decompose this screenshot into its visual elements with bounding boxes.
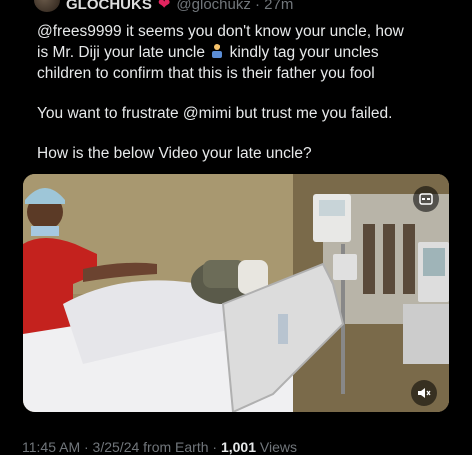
views-label: Views bbox=[256, 439, 297, 455]
tweet-footer: 11:45 AM · 3/25/24 from Earth · 1,001 Vi… bbox=[22, 439, 297, 455]
timestamp[interactable]: 11:45 AM · 3/25/24 from Earth · bbox=[22, 439, 221, 455]
tweet-line: children to confirm that this is their f… bbox=[37, 65, 375, 82]
mute-icon[interactable] bbox=[411, 380, 437, 406]
tweet-line-part: is Mr. Diji your late uncle bbox=[37, 44, 210, 61]
tweet-text: @frees9999 it seems you don't know your … bbox=[37, 21, 447, 164]
heart-icon: ❤ bbox=[157, 0, 171, 13]
tweet-line: @frees9999 it seems you don't know your … bbox=[37, 23, 404, 40]
captions-icon[interactable] bbox=[413, 186, 439, 212]
views-count: 1,001 bbox=[220, 439, 256, 455]
tweet-line: You want to frustrate @mimi but trust me… bbox=[37, 105, 393, 122]
video-player[interactable] bbox=[23, 174, 449, 412]
speaker-glyph bbox=[418, 388, 431, 398]
tweet-line-part: kindly tag your uncles bbox=[225, 44, 379, 61]
tweet-line: How is the below Video your late uncle? bbox=[37, 145, 312, 162]
display-name[interactable]: GLOCHUKS bbox=[66, 0, 152, 13]
tweet-header: GLOCHUKS ❤ @glochukz · 27m bbox=[34, 0, 293, 14]
captions-glyph bbox=[419, 193, 433, 205]
handle-time[interactable]: @glochukz · 27m bbox=[176, 0, 293, 13]
avatar[interactable] bbox=[34, 0, 60, 12]
video-frame bbox=[23, 174, 449, 412]
tweet-line: is Mr. Diji your late uncle kindly tag y… bbox=[37, 42, 447, 63]
person-facepalming-icon bbox=[212, 44, 223, 58]
